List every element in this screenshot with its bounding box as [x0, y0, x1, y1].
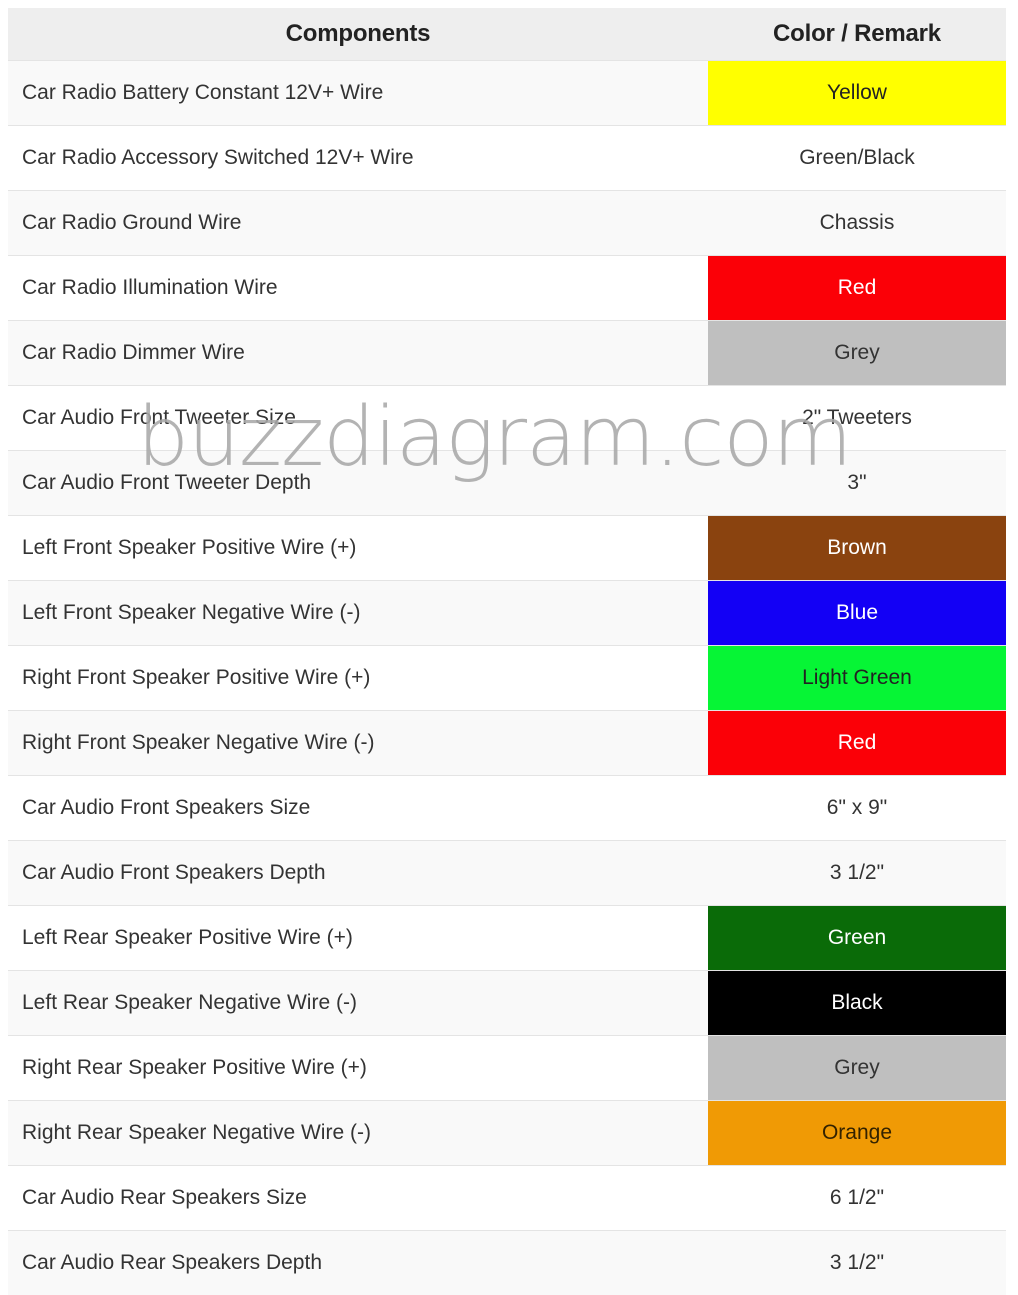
- table-row: Car Audio Front Tweeter Size2" Tweeters: [8, 386, 1006, 451]
- table-row: Car Radio Battery Constant 12V+ WireYell…: [8, 61, 1006, 126]
- color-remark-cell: Grey: [708, 321, 1006, 386]
- color-swatch: Blue: [708, 581, 1006, 645]
- component-cell: Left Front Speaker Positive Wire (+): [8, 516, 708, 581]
- component-cell: Left Rear Speaker Negative Wire (-): [8, 971, 708, 1036]
- color-remark-cell: 3 1/2": [708, 1231, 1006, 1295]
- color-swatch: Light Green: [708, 646, 1006, 710]
- color-swatch: Red: [708, 256, 1006, 320]
- remark-text: Chassis: [708, 191, 1006, 255]
- color-swatch: Black: [708, 971, 1006, 1035]
- component-cell: Car Audio Front Tweeter Size: [8, 386, 708, 451]
- remark-text: Green/Black: [708, 126, 1006, 190]
- wiring-table-container: Components Color / Remark Car Radio Batt…: [0, 0, 1018, 1284]
- table-row: Right Front Speaker Negative Wire (-)Red: [8, 711, 1006, 776]
- table-row: Left Rear Speaker Negative Wire (-)Black: [8, 971, 1006, 1036]
- color-remark-cell: 6" x 9": [708, 776, 1006, 841]
- remark-text: 6 1/2": [708, 1166, 1006, 1230]
- color-remark-cell: 3": [708, 451, 1006, 516]
- component-cell: Car Radio Ground Wire: [8, 191, 708, 256]
- table-row: Car Audio Rear Speakers Size6 1/2": [8, 1166, 1006, 1231]
- component-cell: Car Audio Front Tweeter Depth: [8, 451, 708, 516]
- column-header-components: Components: [8, 8, 708, 61]
- component-cell: Car Radio Illumination Wire: [8, 256, 708, 321]
- table-header-row: Components Color / Remark: [8, 8, 1006, 61]
- color-remark-cell: Black: [708, 971, 1006, 1036]
- color-remark-cell: 3 1/2": [708, 841, 1006, 906]
- component-cell: Car Radio Accessory Switched 12V+ Wire: [8, 126, 708, 191]
- table-header: Components Color / Remark: [8, 8, 1006, 61]
- table-row: Car Audio Front Speakers Size6" x 9": [8, 776, 1006, 841]
- color-swatch: Orange: [708, 1101, 1006, 1165]
- color-swatch: Yellow: [708, 61, 1006, 125]
- component-cell: Car Audio Rear Speakers Depth: [8, 1231, 708, 1295]
- table-row: Car Radio Dimmer WireGrey: [8, 321, 1006, 386]
- color-swatch: Grey: [708, 321, 1006, 385]
- component-cell: Car Audio Front Speakers Size: [8, 776, 708, 841]
- component-cell: Car Radio Battery Constant 12V+ Wire: [8, 61, 708, 126]
- component-cell: Right Rear Speaker Negative Wire (-): [8, 1101, 708, 1166]
- table-body: Car Radio Battery Constant 12V+ WireYell…: [8, 61, 1006, 1295]
- table-row: Car Radio Accessory Switched 12V+ WireGr…: [8, 126, 1006, 191]
- color-swatch: Grey: [708, 1036, 1006, 1100]
- component-cell: Left Front Speaker Negative Wire (-): [8, 581, 708, 646]
- component-cell: Car Radio Dimmer Wire: [8, 321, 708, 386]
- table-row: Car Audio Front Tweeter Depth3": [8, 451, 1006, 516]
- remark-text: 6" x 9": [708, 776, 1006, 840]
- color-remark-cell: 2" Tweeters: [708, 386, 1006, 451]
- remark-text: 3": [708, 451, 1006, 515]
- color-remark-cell: Green/Black: [708, 126, 1006, 191]
- color-remark-cell: Yellow: [708, 61, 1006, 126]
- color-remark-cell: Chassis: [708, 191, 1006, 256]
- component-cell: Right Rear Speaker Positive Wire (+): [8, 1036, 708, 1101]
- table-row: Right Rear Speaker Negative Wire (-)Oran…: [8, 1101, 1006, 1166]
- color-remark-cell: Light Green: [708, 646, 1006, 711]
- remark-text: 3 1/2": [708, 841, 1006, 905]
- column-header-color-remark: Color / Remark: [708, 8, 1006, 61]
- color-remark-cell: Brown: [708, 516, 1006, 581]
- color-swatch: Green: [708, 906, 1006, 970]
- component-cell: Right Front Speaker Positive Wire (+): [8, 646, 708, 711]
- remark-text: 3 1/2": [708, 1231, 1006, 1295]
- table-row: Right Front Speaker Positive Wire (+)Lig…: [8, 646, 1006, 711]
- table-row: Right Rear Speaker Positive Wire (+)Grey: [8, 1036, 1006, 1101]
- component-cell: Left Rear Speaker Positive Wire (+): [8, 906, 708, 971]
- color-swatch: Brown: [708, 516, 1006, 580]
- table-row: Car Audio Rear Speakers Depth3 1/2": [8, 1231, 1006, 1295]
- remark-text: 2" Tweeters: [708, 386, 1006, 450]
- color-remark-cell: 6 1/2": [708, 1166, 1006, 1231]
- table-row: Left Rear Speaker Positive Wire (+)Green: [8, 906, 1006, 971]
- table-row: Left Front Speaker Negative Wire (-)Blue: [8, 581, 1006, 646]
- car-stereo-wiring-table: Components Color / Remark Car Radio Batt…: [8, 8, 1006, 1295]
- table-row: Car Audio Front Speakers Depth3 1/2": [8, 841, 1006, 906]
- table-row: Car Radio Illumination WireRed: [8, 256, 1006, 321]
- color-remark-cell: Orange: [708, 1101, 1006, 1166]
- color-remark-cell: Blue: [708, 581, 1006, 646]
- color-remark-cell: Grey: [708, 1036, 1006, 1101]
- component-cell: Car Audio Front Speakers Depth: [8, 841, 708, 906]
- color-remark-cell: Red: [708, 256, 1006, 321]
- color-remark-cell: Green: [708, 906, 1006, 971]
- table-row: Car Radio Ground WireChassis: [8, 191, 1006, 256]
- component-cell: Car Audio Rear Speakers Size: [8, 1166, 708, 1231]
- color-swatch: Red: [708, 711, 1006, 775]
- table-row: Left Front Speaker Positive Wire (+)Brow…: [8, 516, 1006, 581]
- component-cell: Right Front Speaker Negative Wire (-): [8, 711, 708, 776]
- color-remark-cell: Red: [708, 711, 1006, 776]
